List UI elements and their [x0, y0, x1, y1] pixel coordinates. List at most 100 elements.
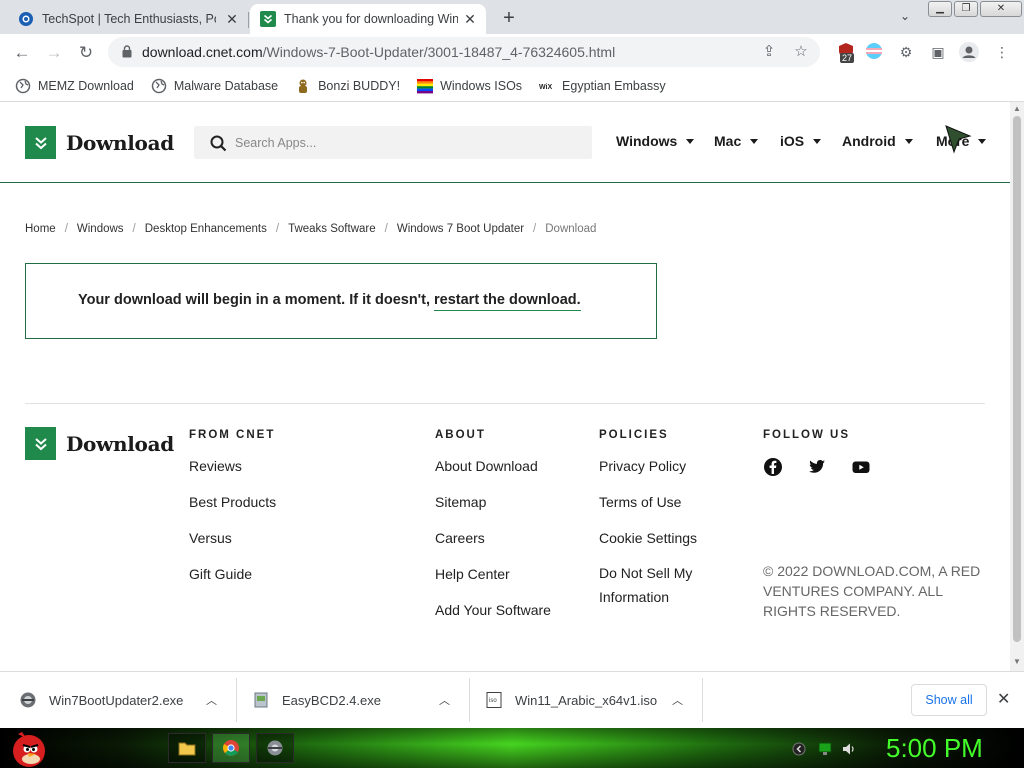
bookmark-bonzi-buddy[interactable]: Bonzi BUDDY!: [295, 78, 400, 94]
tab-title: Thank you for downloading Wind: [284, 12, 458, 26]
tab-techspot[interactable]: TechSpot | Tech Enthusiasts, Pow ✕: [8, 4, 248, 34]
twitter-icon[interactable]: [807, 457, 827, 477]
chevron-up-icon[interactable]: ︿: [672, 692, 683, 708]
taskbar-chrome[interactable]: [212, 733, 250, 763]
new-tab-button[interactable]: +: [498, 8, 520, 30]
svg-text:iso: iso: [489, 698, 497, 704]
scrollbar-thumb[interactable]: [1013, 116, 1021, 642]
bookmark-memz[interactable]: MEMZ Download: [15, 78, 134, 94]
bookmark-windows-isos[interactable]: Windows ISOs: [417, 78, 522, 94]
url-text[interactable]: download.cnet.com/Windows-7-Boot-Updater…: [142, 44, 615, 60]
network-monitor-icon[interactable]: [818, 742, 832, 756]
browser-toolbar: ← → ↻ download.cnet.com/Windows-7-Boot-U…: [0, 34, 1024, 70]
footer-link-sitemap[interactable]: Sitemap: [435, 493, 551, 511]
footer-link-cookie-settings[interactable]: Cookie Settings: [599, 529, 729, 547]
download-item-win7bootupdater[interactable]: Win7BootUpdater2.exe ︿: [19, 679, 229, 721]
forward-arrow-icon[interactable]: →: [43, 42, 65, 64]
scroll-down-arrow-icon[interactable]: ▼: [1013, 657, 1021, 666]
download-item-win11-iso[interactable]: iso Win11_Arabic_x64v1.iso ︿: [485, 679, 695, 721]
footer-about: ABOUT About Download Sitemap Careers Hel…: [435, 429, 551, 637]
nav-android[interactable]: Android: [842, 133, 913, 149]
search-box[interactable]: [194, 126, 592, 159]
minimize-button[interactable]: ▁: [928, 1, 952, 17]
site-logo[interactable]: Download: [25, 126, 174, 159]
footer-link-privacy-policy[interactable]: Privacy Policy: [599, 457, 729, 475]
footer-link-gift-guide[interactable]: Gift Guide: [189, 565, 276, 583]
chevron-up-icon[interactable]: ︿: [206, 692, 217, 708]
share-icon[interactable]: ⇪: [760, 43, 778, 61]
start-button-angry-bird-icon[interactable]: [8, 728, 48, 768]
nav-label: Mac: [714, 133, 742, 149]
scroll-up-arrow-icon[interactable]: ▲: [1013, 104, 1021, 113]
notice-text: Your download will begin in a moment. If…: [78, 292, 581, 311]
url-host: download.cnet.com: [142, 44, 263, 60]
download-item-easybcd[interactable]: EasyBCD2.4.exe ︿: [252, 679, 462, 721]
footer-link-do-not-sell[interactable]: Do Not Sell My Information: [599, 561, 709, 609]
nav-label: Android: [842, 133, 896, 149]
taskbar-file-explorer[interactable]: [168, 733, 206, 763]
techspot-icon: [19, 12, 33, 26]
menu-kebab-icon[interactable]: ⋮: [992, 42, 1012, 62]
extensions-puzzle-icon[interactable]: ⚙: [896, 42, 916, 62]
svg-text:WiX: WiX: [539, 84, 552, 91]
restart-download-link[interactable]: restart the download.: [434, 292, 581, 311]
taskbar-disk-app[interactable]: [256, 733, 294, 763]
side-panel-icon[interactable]: ▣: [928, 42, 948, 62]
show-all-downloads-button[interactable]: Show all: [911, 684, 987, 716]
copyright-text: © 2022 DOWNLOAD.COM, A RED VENTURES COMP…: [763, 563, 981, 619]
footer-link-add-your-software[interactable]: Add Your Software: [435, 601, 551, 619]
window-close-button[interactable]: ✕: [980, 1, 1022, 17]
facebook-icon[interactable]: [763, 457, 783, 477]
search-icon: [210, 135, 227, 152]
tab-close-icon[interactable]: ✕: [462, 11, 478, 27]
search-input[interactable]: [235, 132, 575, 154]
footer-link-terms-of-use[interactable]: Terms of Use: [599, 493, 729, 511]
flag-extension-icon[interactable]: [864, 42, 884, 62]
restore-button[interactable]: ❐: [954, 1, 978, 17]
nav-windows[interactable]: Windows: [616, 133, 695, 149]
youtube-icon[interactable]: [851, 457, 871, 477]
footer-link-about-download[interactable]: About Download: [435, 457, 551, 475]
bookmark-star-icon[interactable]: ☆: [792, 43, 810, 61]
breadcrumb-separator: /: [132, 223, 136, 235]
extension-shield-icon[interactable]: 27: [836, 42, 856, 63]
tab-search-chevron-icon[interactable]: ⌄: [896, 9, 914, 25]
bookmark-label: Egyptian Embassy: [562, 78, 666, 93]
breadcrumb-tweaks-software[interactable]: Tweaks Software: [288, 223, 376, 235]
wix-icon: WiX: [539, 84, 552, 91]
footer-heading: ABOUT: [435, 429, 486, 441]
chevron-up-icon[interactable]: ︿: [439, 692, 450, 708]
tab-download[interactable]: Thank you for downloading Wind ✕: [250, 4, 486, 34]
bookmark-malware-database[interactable]: Malware Database: [151, 78, 278, 94]
back-arrow-icon[interactable]: ←: [11, 42, 33, 64]
taskbar-clock[interactable]: 5:00 PM: [886, 733, 983, 764]
page-scrollbar[interactable]: ▲ ▼: [1010, 102, 1024, 671]
site-header: Download Windows Mac iOS Android More: [0, 102, 1010, 183]
breadcrumb-windows[interactable]: Windows: [77, 223, 124, 235]
footer-link-reviews[interactable]: Reviews: [189, 457, 276, 475]
caret-down-icon: [813, 138, 822, 144]
download-logo-icon: [25, 427, 56, 460]
bookmark-label: Malware Database: [173, 78, 279, 93]
address-bar[interactable]: download.cnet.com/Windows-7-Boot-Updater…: [108, 37, 820, 67]
breadcrumb-desktop-enhancements[interactable]: Desktop Enhancements: [145, 223, 267, 235]
profile-avatar-icon[interactable]: [959, 42, 979, 62]
bookmark-egyptian-embassy[interactable]: WiX Egyptian Embassy: [539, 78, 666, 94]
footer-divider: [25, 403, 985, 404]
nav-ios[interactable]: iOS: [780, 133, 822, 149]
footer-link-versus[interactable]: Versus: [189, 529, 276, 547]
footer-logo[interactable]: Download: [25, 427, 174, 460]
breadcrumb-windows-7-boot-updater[interactable]: Windows 7 Boot Updater: [397, 223, 524, 235]
tab-close-icon[interactable]: ✕: [224, 11, 240, 27]
reload-icon[interactable]: ↻: [75, 42, 97, 64]
lock-icon: [122, 45, 132, 58]
close-downloads-bar-icon[interactable]: ✕: [997, 689, 1010, 709]
footer-link-help-center[interactable]: Help Center: [435, 565, 551, 583]
volume-icon[interactable]: [842, 742, 856, 756]
nav-mac[interactable]: Mac: [714, 133, 759, 149]
footer-link-best-products[interactable]: Best Products: [189, 493, 276, 511]
footer-link-careers[interactable]: Careers: [435, 529, 551, 547]
tray-expand-icon[interactable]: [792, 742, 806, 756]
breadcrumb-home[interactable]: Home: [25, 223, 56, 235]
tab-strip: TechSpot | Tech Enthusiasts, Pow ✕ Thank…: [0, 0, 1024, 34]
